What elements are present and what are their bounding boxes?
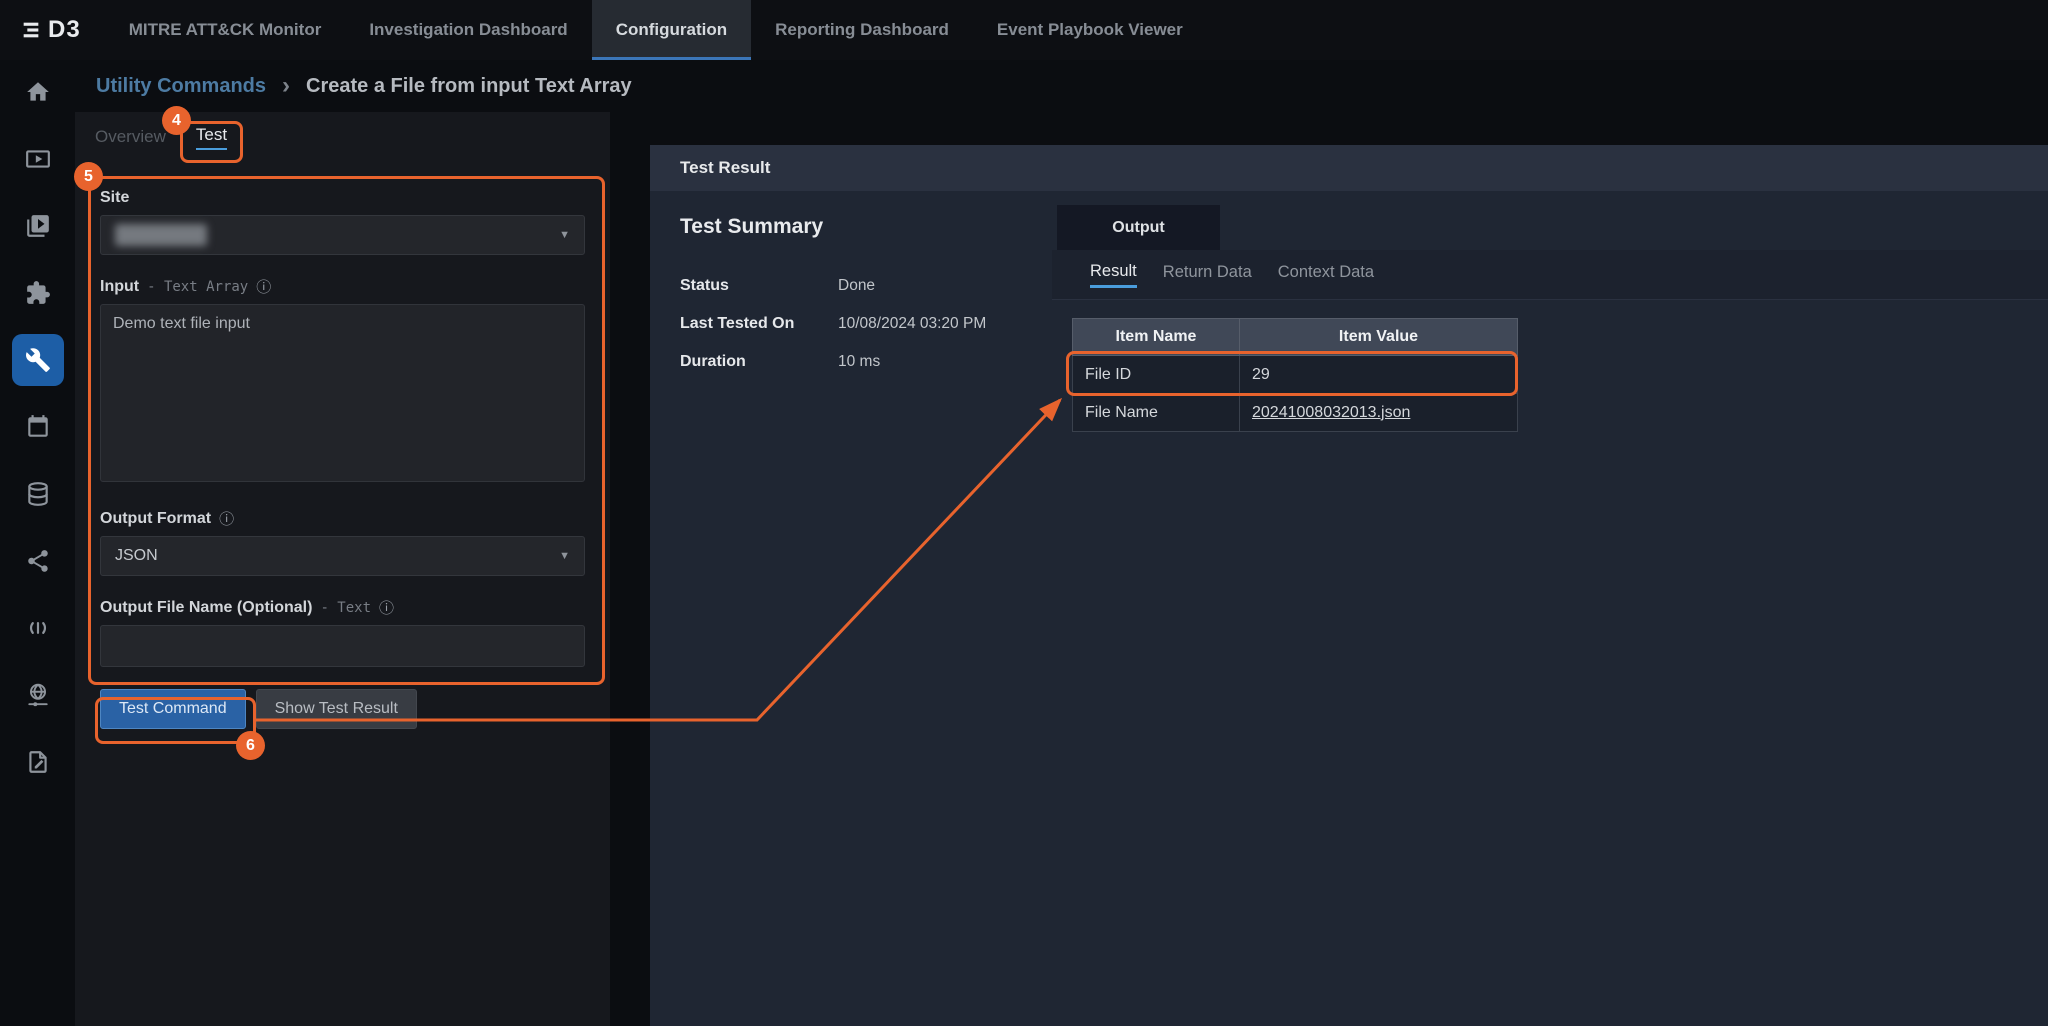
duration-label: Duration — [680, 353, 838, 371]
subtab-result[interactable]: Result — [1090, 262, 1137, 288]
nav-investigation-dashboard[interactable]: Investigation Dashboard — [345, 0, 591, 60]
page-title: Create a File from input Text Array — [306, 75, 632, 98]
broadcast-icon — [25, 615, 51, 641]
left-icon-sidebar — [0, 60, 75, 1026]
nav-mitre-attack-monitor[interactable]: MITRE ATT&CK Monitor — [105, 0, 346, 60]
tab-output[interactable]: Output — [1057, 205, 1220, 250]
sidebar-item-connections[interactable] — [12, 535, 64, 587]
site-label: Site — [100, 189, 129, 207]
output-file-name-input[interactable] — [100, 625, 585, 667]
database-icon — [25, 481, 51, 507]
test-result-header: Test Result — [650, 145, 2048, 191]
command-test-panel: Overview Test Site ▼ Input - Text Array … — [75, 112, 610, 1026]
monitor-play-icon — [25, 146, 51, 172]
summary-row-status: Status Done — [680, 267, 1040, 305]
test-summary-title: Test Summary — [680, 215, 1040, 239]
output-file-name-field: Output File Name (Optional) - Text ⓘ — [100, 598, 585, 667]
sidebar-item-broadcast[interactable] — [12, 602, 64, 654]
result-table: Item Name Item Value File ID 29 File Nam… — [1072, 318, 1518, 432]
tab-overview[interactable]: Overview — [95, 127, 166, 147]
table-row-file-name: File Name 20241008032013.json — [1073, 394, 1518, 432]
header-item-value: Item Value — [1240, 319, 1518, 356]
last-tested-value: 10/08/2024 03:20 PM — [838, 315, 986, 333]
site-selected-value-redacted — [115, 224, 207, 246]
subtab-context-data[interactable]: Context Data — [1278, 263, 1374, 286]
sidebar-item-integrations[interactable] — [12, 267, 64, 319]
show-test-result-button[interactable]: Show Test Result — [256, 689, 417, 729]
duration-value: 10 ms — [838, 353, 880, 371]
home-icon — [25, 79, 51, 105]
nav-configuration[interactable]: Configuration — [592, 0, 751, 60]
sidebar-item-playbooks[interactable] — [12, 200, 64, 252]
document-edit-icon — [25, 749, 51, 775]
top-nav-items: MITRE ATT&CK Monitor Investigation Dashb… — [105, 0, 1207, 60]
d3-logo-icon — [20, 19, 42, 41]
status-value: Done — [838, 277, 875, 295]
input-type-hint: - Text Array — [147, 279, 248, 295]
chevron-down-icon: ▼ — [559, 550, 570, 562]
top-nav: D3 MITRE ATT&CK Monitor Investigation Da… — [0, 0, 2048, 60]
nav-reporting-dashboard[interactable]: Reporting Dashboard — [751, 0, 973, 60]
breadcrumb: Utility Commands › Create a File from in… — [96, 60, 632, 112]
output-format-value: JSON — [115, 547, 158, 565]
site-select[interactable]: ▼ — [100, 215, 585, 255]
test-actions: Test Command Show Test Result — [100, 689, 585, 729]
test-result-panel: Test Result Test Summary Status Done Las… — [650, 145, 2048, 1026]
input-textarea[interactable]: Demo text file input — [100, 304, 585, 482]
info-icon[interactable]: ⓘ — [256, 280, 271, 295]
logo-text: D3 — [48, 16, 81, 44]
sidebar-item-utility-commands[interactable] — [12, 334, 64, 386]
calendar-icon — [25, 414, 51, 440]
tab-test[interactable]: Test — [196, 125, 227, 150]
output-file-name-label: Output File Name (Optional) — [100, 599, 312, 617]
output-subtabs: Result Return Data Context Data — [1052, 250, 2048, 300]
output-format-label: Output Format — [100, 510, 211, 528]
info-icon[interactable]: ⓘ — [379, 601, 394, 616]
output-file-name-type-hint: - Text — [320, 600, 371, 616]
breadcrumb-separator-icon: › — [282, 74, 290, 98]
subtab-return-data[interactable]: Return Data — [1163, 263, 1252, 286]
input-field: Input - Text Array ⓘ Demo text file inpu… — [100, 277, 585, 487]
input-label: Input — [100, 278, 139, 296]
file-id-value-cell: 29 — [1240, 356, 1518, 394]
test-command-button[interactable]: Test Command — [100, 689, 246, 729]
sidebar-item-sites[interactable] — [12, 669, 64, 721]
header-item-name: Item Name — [1073, 319, 1240, 356]
wrench-icon — [25, 347, 51, 373]
test-summary: Test Summary Status Done Last Tested On … — [680, 215, 1040, 381]
file-name-link[interactable]: 20241008032013.json — [1252, 404, 1410, 421]
sidebar-item-monitor[interactable] — [12, 133, 64, 185]
globe-icon — [25, 682, 51, 708]
app-root: D3 MITRE ATT&CK Monitor Investigation Da… — [0, 0, 2048, 1026]
output-format-field: Output Format ⓘ JSON ▼ — [100, 509, 585, 576]
site-field: Site ▼ — [100, 188, 585, 255]
summary-row-last-tested: Last Tested On 10/08/2024 03:20 PM — [680, 305, 1040, 343]
nav-event-playbook-viewer[interactable]: Event Playbook Viewer — [973, 0, 1207, 60]
sidebar-item-reports[interactable] — [12, 736, 64, 788]
video-library-icon — [25, 213, 51, 239]
share-nodes-icon — [25, 548, 51, 574]
sidebar-item-schedule[interactable] — [12, 401, 64, 453]
file-id-name-cell: File ID — [1073, 356, 1240, 394]
chevron-down-icon: ▼ — [559, 229, 570, 241]
info-icon[interactable]: ⓘ — [219, 512, 234, 527]
table-row-file-id: File ID 29 — [1073, 356, 1518, 394]
d3-logo[interactable]: D3 — [0, 0, 105, 60]
status-label: Status — [680, 277, 838, 295]
output-format-select[interactable]: JSON ▼ — [100, 536, 585, 576]
command-tabs: Overview Test — [75, 112, 610, 162]
summary-row-duration: Duration 10 ms — [680, 343, 1040, 381]
file-name-value-cell: 20241008032013.json — [1240, 394, 1518, 432]
result-table-header-row: Item Name Item Value — [1073, 319, 1518, 356]
last-tested-label: Last Tested On — [680, 315, 838, 333]
test-form: Site ▼ Input - Text Array ⓘ Demo text fi… — [100, 178, 585, 667]
output-section: Output Result Return Data Context Data I… — [1052, 190, 2048, 1026]
sidebar-item-home[interactable] — [12, 66, 64, 118]
puzzle-icon — [25, 280, 51, 306]
file-name-name-cell: File Name — [1073, 394, 1240, 432]
sidebar-item-data[interactable] — [12, 468, 64, 520]
breadcrumb-utility-commands[interactable]: Utility Commands — [96, 75, 266, 98]
